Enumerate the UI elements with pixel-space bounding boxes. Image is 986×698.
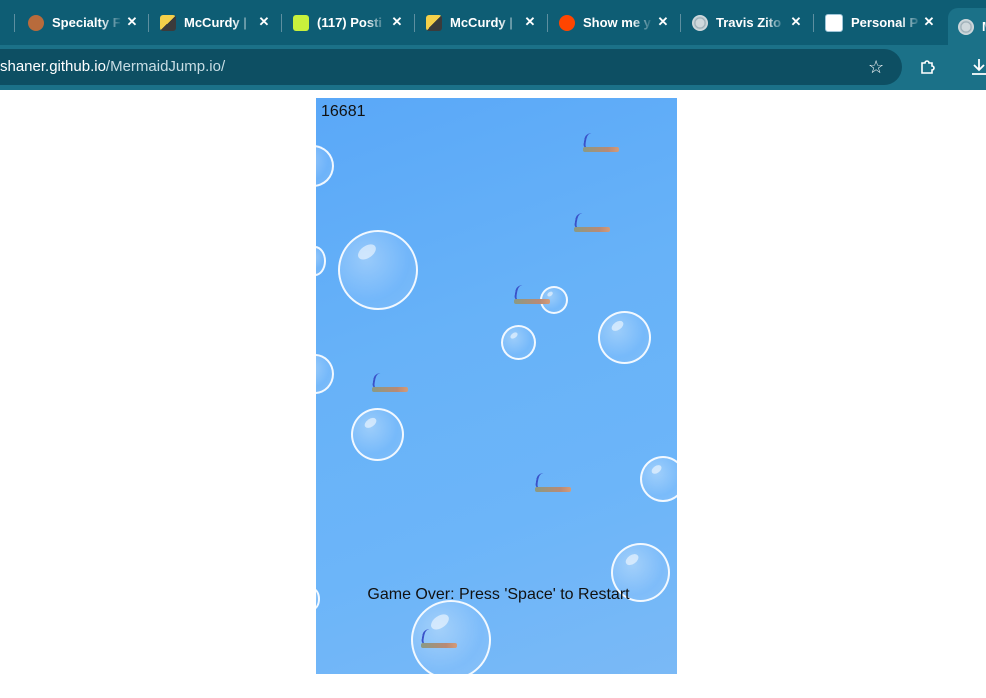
close-tab-icon[interactable]: ✕ xyxy=(389,14,405,30)
tab-personal[interactable]: Personal P ✕ xyxy=(825,8,937,37)
bubble xyxy=(316,246,326,276)
bubble xyxy=(501,325,536,360)
address-bar[interactable]: shaner.github.io/MermaidJump.io/ ☆ xyxy=(0,49,902,85)
tab-posting[interactable]: (117) Posti ✕ xyxy=(293,8,405,37)
tab-separator xyxy=(148,14,149,32)
tab-separator xyxy=(414,14,415,32)
tab-title: (117) Posti xyxy=(317,15,383,30)
close-tab-icon[interactable]: ✕ xyxy=(522,14,538,30)
tab-title: Specialty F xyxy=(52,15,121,30)
mccurdy-favicon-icon xyxy=(426,14,442,31)
tab-title: Show me y xyxy=(583,15,651,30)
seaweed-platform xyxy=(534,472,573,492)
tab-bar: Specialty F ✕ McCurdy | ✕ (117) Posti ✕ … xyxy=(0,0,986,45)
tab-title: Personal P xyxy=(851,15,919,30)
mccurdy-favicon-icon xyxy=(160,14,176,31)
tab-title: M xyxy=(982,19,986,34)
score-display: 16681 xyxy=(321,103,366,120)
tab-reddit[interactable]: Show me y ✕ xyxy=(559,8,671,37)
close-tab-icon[interactable]: ✕ xyxy=(788,14,804,30)
tab-specialty[interactable]: Specialty F ✕ xyxy=(28,8,140,37)
url-text[interactable]: shaner.github.io/MermaidJump.io/ xyxy=(0,58,225,75)
bubble xyxy=(640,456,677,502)
star-icon[interactable]: ☆ xyxy=(868,57,884,77)
tab-separator xyxy=(547,14,548,32)
bubble xyxy=(316,145,334,187)
close-tab-icon[interactable]: ✕ xyxy=(655,14,671,30)
tab-separator xyxy=(680,14,681,32)
seaweed-platform xyxy=(420,628,459,648)
doc-favicon-icon xyxy=(825,13,843,32)
tab-title: McCurdy | xyxy=(450,15,513,30)
tab-title: McCurdy | xyxy=(184,15,247,30)
tab-travis-zito[interactable]: Travis Zito ✕ xyxy=(692,8,804,37)
posting-favicon-icon xyxy=(293,14,309,31)
tab-mccurdy-1[interactable]: McCurdy | ✕ xyxy=(160,8,272,37)
close-tab-icon[interactable]: ✕ xyxy=(256,14,272,30)
pie-favicon-icon xyxy=(28,14,44,31)
tab-active-mermaid[interactable]: M xyxy=(948,8,986,45)
url-path: /MermaidJump.io/ xyxy=(105,58,226,75)
tab-title: Travis Zito xyxy=(716,15,782,30)
browser-toolbar: shaner.github.io/MermaidJump.io/ ☆ xyxy=(0,45,986,90)
seaweed-platform xyxy=(513,284,552,304)
tab-separator xyxy=(281,14,282,32)
puzzle-icon[interactable] xyxy=(918,57,938,81)
tab-separator xyxy=(813,14,814,32)
bubble xyxy=(338,230,418,310)
game-over-message: Game Over: Press 'Space' to Restart xyxy=(367,586,630,603)
bubble xyxy=(316,354,334,394)
seaweed-platform xyxy=(371,372,410,392)
close-tab-icon[interactable]: ✕ xyxy=(921,14,937,30)
tab-mccurdy-2[interactable]: McCurdy | ✕ xyxy=(426,8,538,37)
tab-separator xyxy=(14,14,15,32)
bubble xyxy=(598,311,651,364)
download-icon[interactable] xyxy=(970,57,986,81)
url-host: shaner.github.io xyxy=(0,58,106,75)
reddit-favicon-icon xyxy=(559,14,575,31)
seaweed-platform xyxy=(582,132,621,152)
globe-favicon-icon xyxy=(692,14,708,31)
bubble xyxy=(351,408,404,461)
close-tab-icon[interactable]: ✕ xyxy=(124,14,140,30)
seaweed-platform xyxy=(573,212,612,232)
game-canvas[interactable]: 16681 Game Over: Press 'Space' to Restar… xyxy=(316,98,677,674)
globe-favicon-icon xyxy=(958,18,974,35)
